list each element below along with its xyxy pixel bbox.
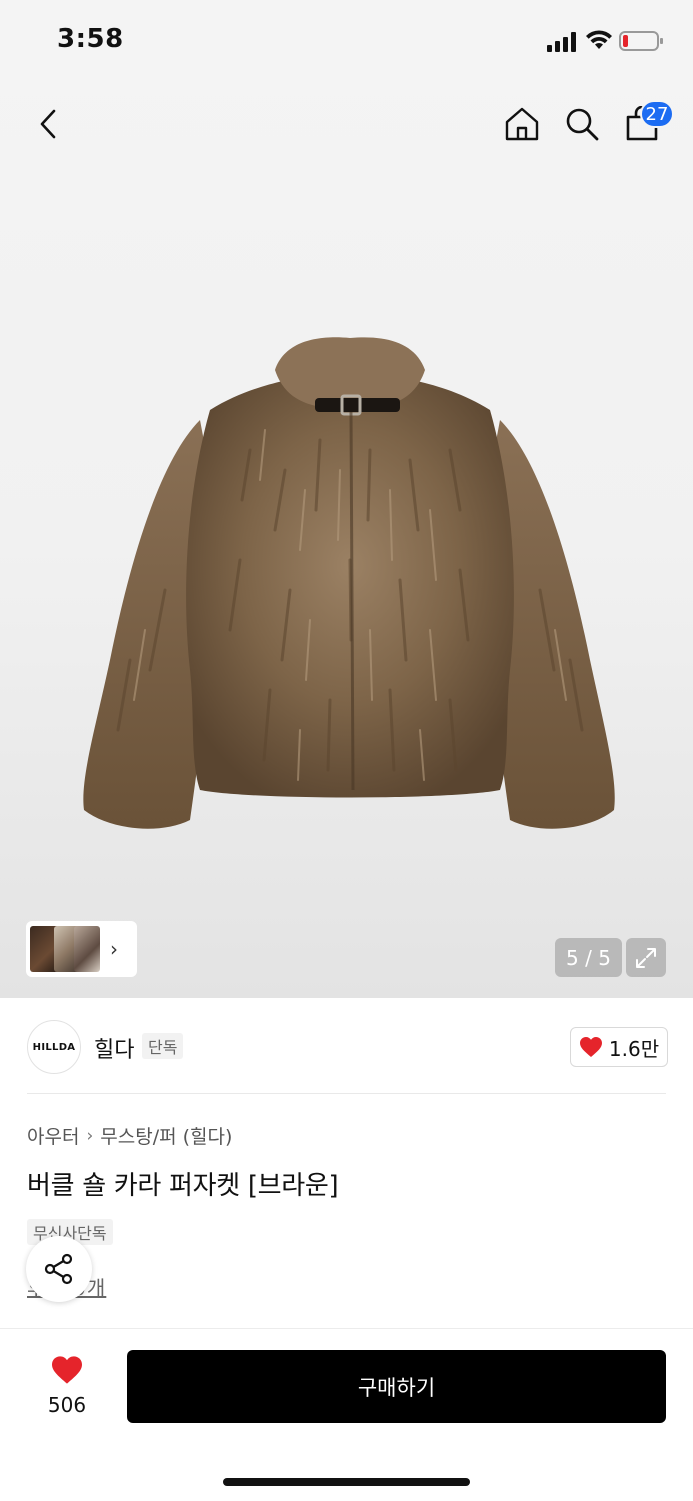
buy-button[interactable]: 구매하기 xyxy=(127,1350,666,1423)
status-time: 3:58 xyxy=(57,24,124,54)
image-page-indicator: 5 / 5 xyxy=(555,938,622,977)
breadcrumb: 아우터 › 무스탕/퍼 (힐다) xyxy=(27,1122,232,1149)
status-bar: 3:58 xyxy=(0,0,693,80)
product-gallery[interactable]: 3:58 27 › 5 / 5 xyxy=(0,0,693,998)
home-button[interactable] xyxy=(498,100,546,148)
home-icon xyxy=(505,107,539,141)
heart-icon xyxy=(52,1356,82,1384)
brand-row[interactable]: HILLDA 힐다 단독 1.6만 xyxy=(0,1000,693,1094)
chevron-right-icon: › xyxy=(110,937,118,961)
cellular-signal-icon xyxy=(547,32,576,52)
wishlist-button[interactable]: 506 xyxy=(27,1351,107,1421)
heart-icon xyxy=(579,1037,602,1057)
expand-icon xyxy=(636,947,656,968)
thumbnail-image[interactable] xyxy=(74,926,100,972)
chevron-left-icon xyxy=(40,109,56,139)
brand-exclusive-tag: 단독 xyxy=(142,1033,184,1059)
wifi-icon xyxy=(586,30,612,49)
brand-name[interactable]: 힐다 xyxy=(94,1032,134,1064)
brand-like-button[interactable]: 1.6만 xyxy=(570,1027,668,1067)
brand-like-count: 1.6만 xyxy=(608,1036,660,1061)
share-icon xyxy=(44,1253,73,1285)
product-image-fur-jacket[interactable] xyxy=(70,330,626,850)
breadcrumb-subcategory[interactable]: 무스탕/퍼 (힐다) xyxy=(100,1122,232,1149)
brand-logo[interactable]: HILLDA xyxy=(27,1020,81,1074)
search-icon xyxy=(566,108,599,141)
thumbnail-strip[interactable]: › xyxy=(26,921,137,977)
wishlist-count: 506 xyxy=(47,1393,87,1417)
share-button[interactable] xyxy=(26,1236,92,1302)
top-navigation xyxy=(0,90,693,160)
breadcrumb-category[interactable]: 아우터 xyxy=(27,1122,79,1149)
battery-icon xyxy=(619,31,663,51)
cart-count-badge: 27 xyxy=(640,100,674,128)
search-button[interactable] xyxy=(558,100,606,148)
home-indicator xyxy=(223,1478,470,1486)
product-title: 버클 숄 카라 퍼자켓 [브라운] xyxy=(27,1171,339,1201)
back-button[interactable] xyxy=(24,100,72,148)
bottom-action-bar: 506 구매하기 xyxy=(0,1328,693,1501)
expand-image-button[interactable] xyxy=(626,938,666,977)
section-divider xyxy=(27,1093,666,1094)
chevron-right-icon: › xyxy=(86,1125,94,1146)
